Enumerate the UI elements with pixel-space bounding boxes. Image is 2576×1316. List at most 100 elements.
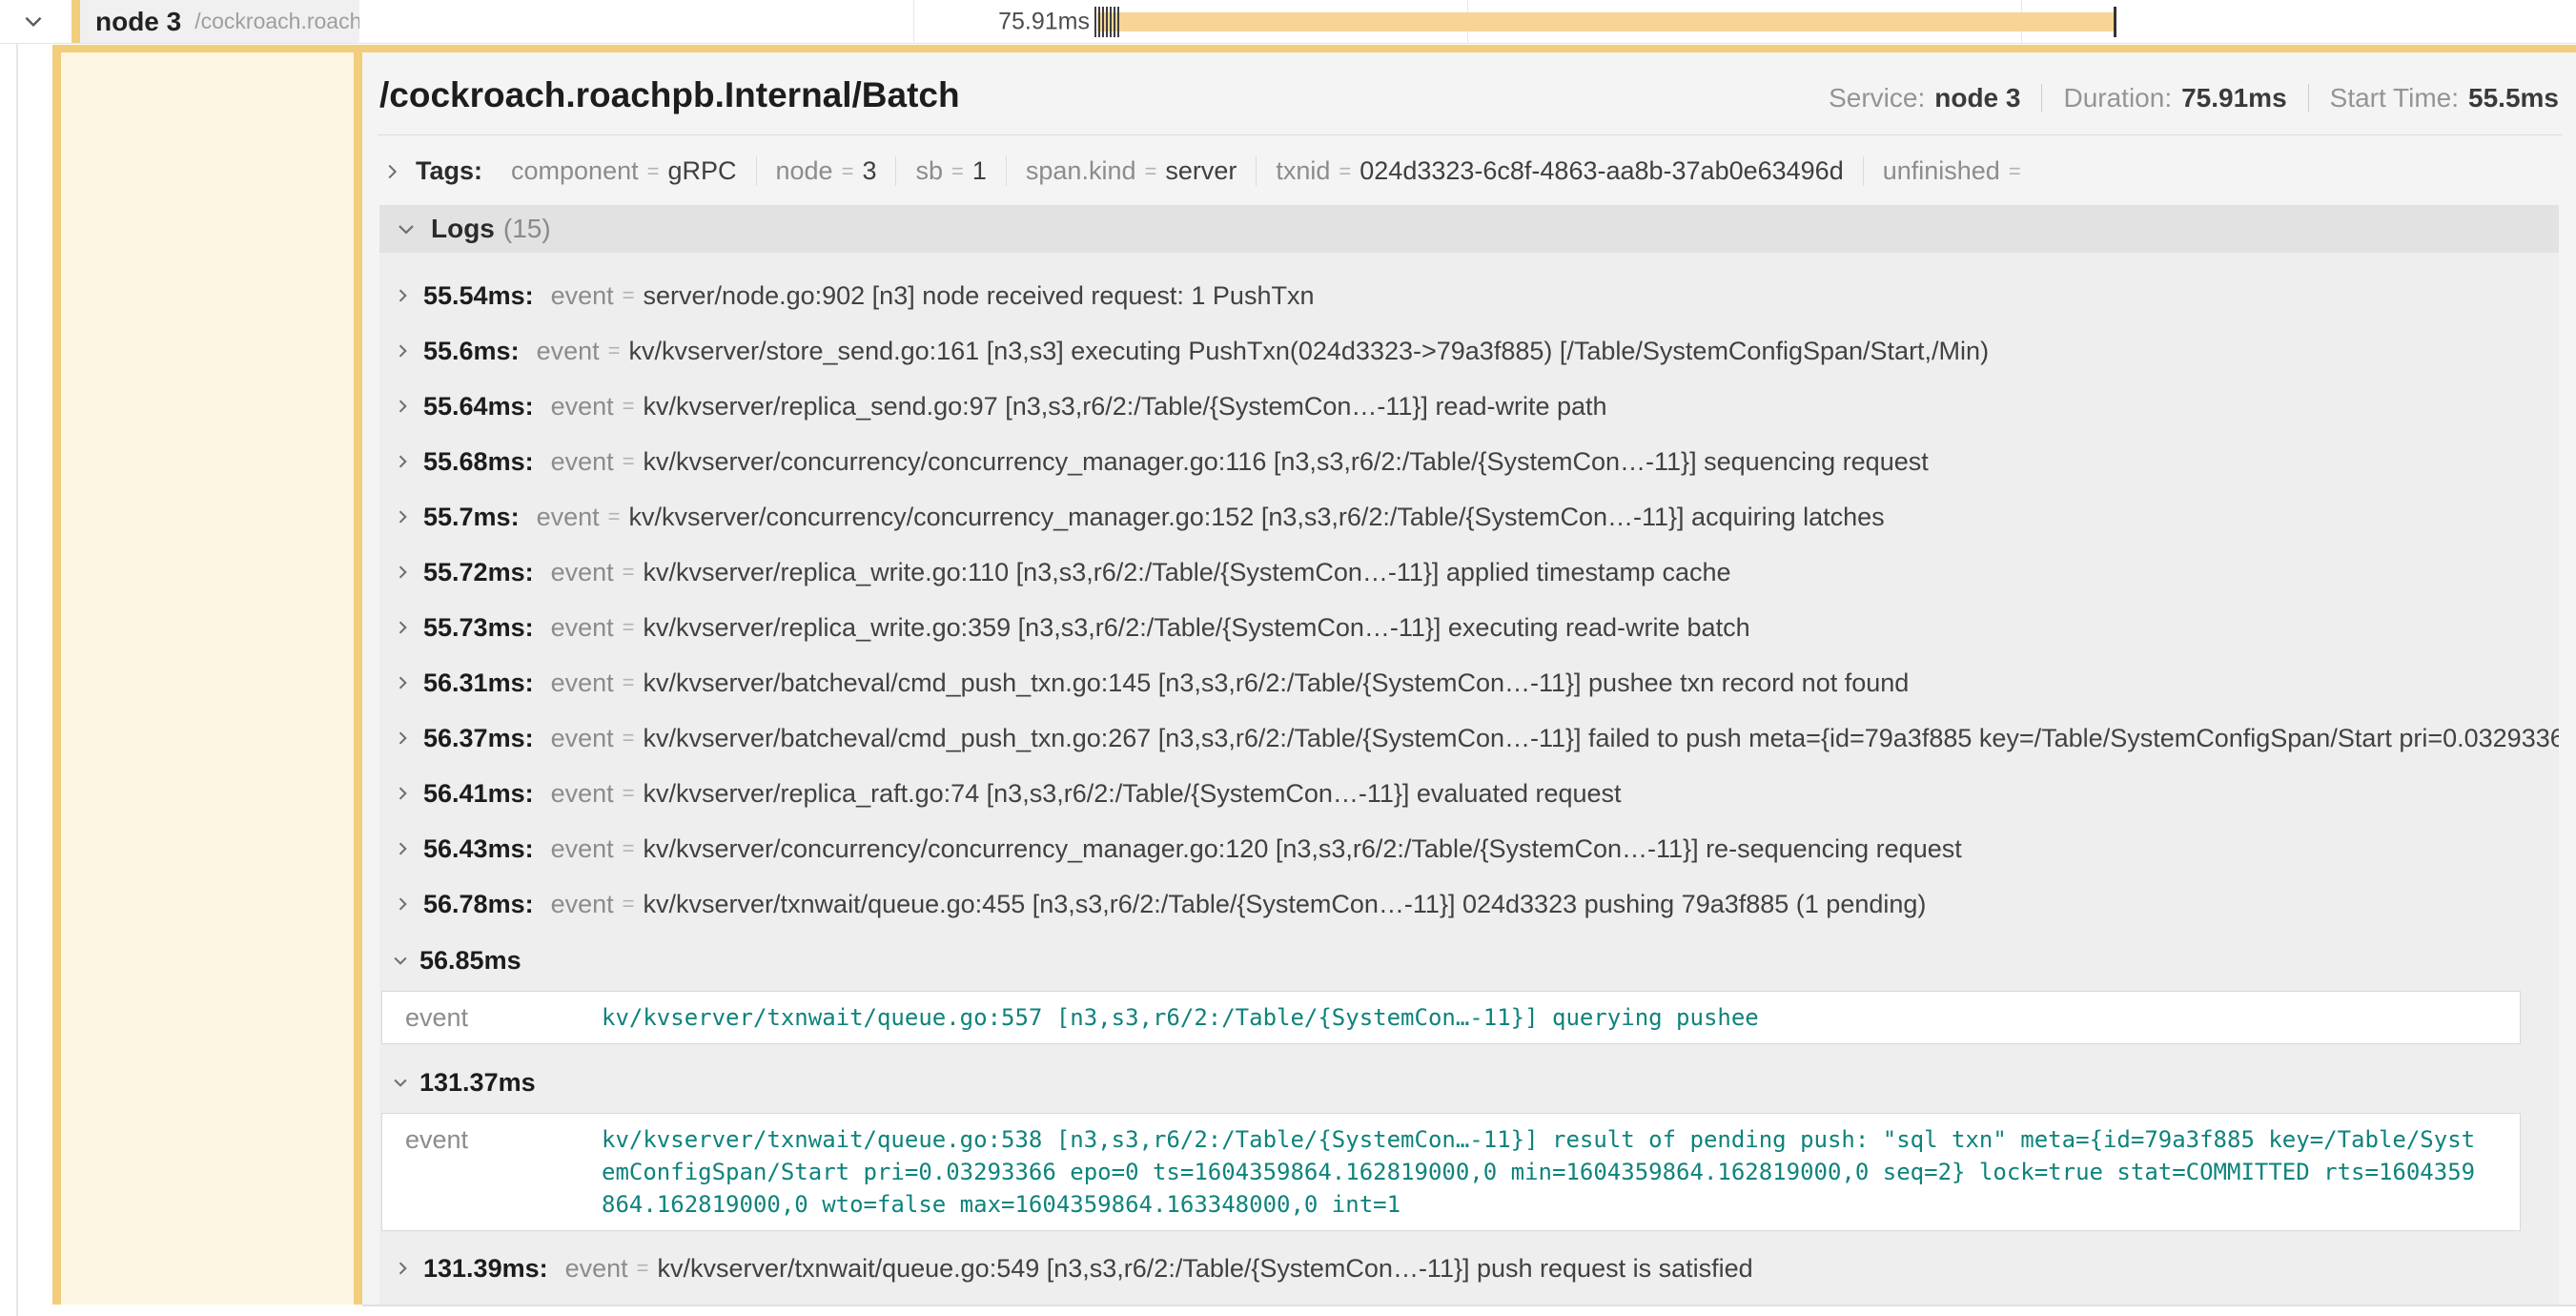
chevron-right-icon (393, 839, 412, 858)
log-equals: = (623, 892, 635, 916)
tag-equals: = (1144, 159, 1156, 184)
log-row[interactable]: 131.39ms: event = kv/kvserver/txnwait/qu… (379, 1241, 2559, 1296)
log-row[interactable]: 56.37ms: event = kv/kvserver/batcheval/c… (379, 710, 2559, 766)
duration-label: Duration: (2063, 83, 2172, 113)
span-service-name: node 3 (95, 7, 181, 37)
log-field-key: event (565, 1254, 628, 1284)
log-equals: = (623, 781, 635, 806)
chevron-right-icon (393, 894, 412, 914)
log-row[interactable]: 56.43ms: event = kv/kvserver/concurrency… (379, 821, 2559, 876)
tag-item: component=gRPC (492, 156, 755, 186)
log-field-key: event (551, 447, 614, 477)
log-timestamp: 55.72ms: (423, 558, 534, 587)
log-timestamp: 56.37ms: (423, 724, 534, 753)
logs-accordion-header[interactable]: Logs (15) (379, 205, 2559, 253)
chevron-down-icon (391, 1073, 410, 1092)
log-equals: = (623, 670, 635, 695)
log-equals: = (637, 1256, 649, 1281)
log-equals: = (623, 283, 635, 308)
log-field-key: event (551, 392, 614, 422)
log-row[interactable]: 55.73ms: event = kv/kvserver/replica_wri… (379, 600, 2559, 655)
chevron-right-icon (393, 729, 412, 748)
chevron-right-icon (393, 784, 412, 803)
log-row[interactable]: 55.54ms: event = server/node.go:902 [n3]… (379, 268, 2559, 323)
log-timestamp: 56.85ms (419, 946, 521, 976)
log-timestamp: 55.73ms: (423, 613, 534, 643)
tag-value: 024d3323-6c8f-4863-aa8b-37ab0e63496d (1360, 156, 1843, 186)
log-end-marker (2114, 7, 2116, 37)
tag-key: node (776, 156, 833, 186)
chevron-right-icon (381, 161, 402, 182)
log-equals: = (608, 339, 621, 363)
log-row[interactable]: 55.7ms: event = kv/kvserver/concurrency/… (379, 489, 2559, 545)
span-row[interactable]: node 3 /cockroach.roach… 75.91ms (0, 0, 2576, 44)
logs-list: 55.54ms: event = server/node.go:902 [n3]… (379, 253, 2559, 1305)
stat-divider (2041, 84, 2042, 113)
span-timeline[interactable]: 75.91ms (359, 0, 2576, 43)
tag-value: server (1165, 156, 1237, 186)
logs-accordion: Logs (15) 55.54ms: event = server/node.g… (379, 205, 2559, 1305)
indent-guide-line (16, 0, 18, 1316)
logs-count: (15) (503, 214, 551, 244)
log-field-key: event (551, 779, 614, 809)
log-message: kv/kvserver/txnwait/queue.go:455 [n3,s3,… (644, 890, 1927, 919)
log-field-key: event (537, 503, 600, 532)
log-row[interactable]: 55.64ms: event = kv/kvserver/replica_sen… (379, 379, 2559, 434)
log-field-key: event (382, 1114, 602, 1165)
log-tick-marks (1094, 7, 1119, 37)
service-label: Service: (1829, 83, 1925, 113)
logs-footer-note: Log timestamps are relative to the start… (379, 1296, 2559, 1305)
chevron-right-icon (393, 286, 412, 305)
log-timestamp: 55.64ms: (423, 392, 534, 422)
log-row-expanded-header[interactable]: 56.85ms (379, 936, 2559, 985)
log-row[interactable]: 55.72ms: event = kv/kvserver/replica_wri… (379, 545, 2559, 600)
log-equals: = (623, 394, 635, 419)
log-field-key: event (551, 724, 614, 753)
chevron-right-icon (393, 507, 412, 526)
log-timestamp: 56.43ms: (423, 834, 534, 864)
log-field-value: kv/kvserver/txnwait/queue.go:538 [n3,s3,… (602, 1114, 2494, 1230)
log-row[interactable]: 56.31ms: event = kv/kvserver/batcheval/c… (379, 655, 2559, 710)
log-message: kv/kvserver/concurrency/concurrency_mana… (644, 834, 1962, 864)
log-equals: = (623, 449, 635, 474)
chevron-right-icon (393, 341, 412, 360)
tag-key: txnid (1276, 156, 1330, 186)
chevron-right-icon (393, 452, 412, 471)
log-row[interactable]: 56.41ms: event = kv/kvserver/replica_raf… (379, 766, 2559, 821)
tag-value: 1 (972, 156, 987, 186)
log-message: kv/kvserver/store_send.go:161 [n3,s3] ex… (629, 337, 1990, 366)
log-field-key: event (551, 890, 614, 919)
chevron-right-icon (393, 1259, 412, 1278)
span-name-cell[interactable]: node 3 /cockroach.roach… (72, 0, 359, 43)
log-message: kv/kvserver/replica_send.go:97 [n3,s3,r6… (644, 392, 1607, 422)
detail-row-accent-top (52, 45, 2576, 52)
service-value: node 3 (1934, 83, 2020, 113)
log-equals: = (623, 726, 635, 751)
tag-equals: = (1339, 159, 1351, 184)
chevron-down-icon[interactable] (21, 9, 46, 33)
chevron-right-icon (393, 673, 412, 692)
log-row[interactable]: 56.78ms: event = kv/kvserver/txnwait/que… (379, 876, 2559, 932)
log-row[interactable]: 55.6ms: event = kv/kvserver/store_send.g… (379, 323, 2559, 379)
log-message: kv/kvserver/concurrency/concurrency_mana… (644, 447, 1929, 477)
log-field-key: event (551, 668, 614, 698)
log-field-key: event (551, 281, 614, 311)
log-message: kv/kvserver/concurrency/concurrency_mana… (629, 503, 1885, 532)
log-row[interactable]: 55.68ms: event = kv/kvserver/concurrency… (379, 434, 2559, 489)
span-duration-label: 75.91ms (359, 8, 1090, 35)
start-time-label: Start Time: (2330, 83, 2459, 113)
log-timestamp: 131.39ms: (423, 1254, 548, 1284)
log-equals: = (623, 615, 635, 640)
tag-equals: = (951, 159, 964, 184)
tag-key: span.kind (1026, 156, 1136, 186)
tag-key: component (511, 156, 639, 186)
detail-row-name-column (61, 52, 354, 1305)
log-event-detail-box: event kv/kvserver/txnwait/queue.go:557 [… (381, 991, 2521, 1044)
span-bar[interactable] (1097, 12, 2115, 31)
tags-accordion[interactable]: Tags: component=gRPC node=3 sb=1 span.ki… (378, 156, 2563, 186)
chevron-down-icon (391, 951, 410, 970)
span-operation-name: /cockroach.roach… (194, 9, 359, 34)
tag-item: span.kind = server (1006, 156, 1256, 186)
log-message: kv/kvserver/batcheval/cmd_push_txn.go:14… (644, 668, 1910, 698)
log-row-expanded-header[interactable]: 131.37ms (379, 1058, 2559, 1107)
